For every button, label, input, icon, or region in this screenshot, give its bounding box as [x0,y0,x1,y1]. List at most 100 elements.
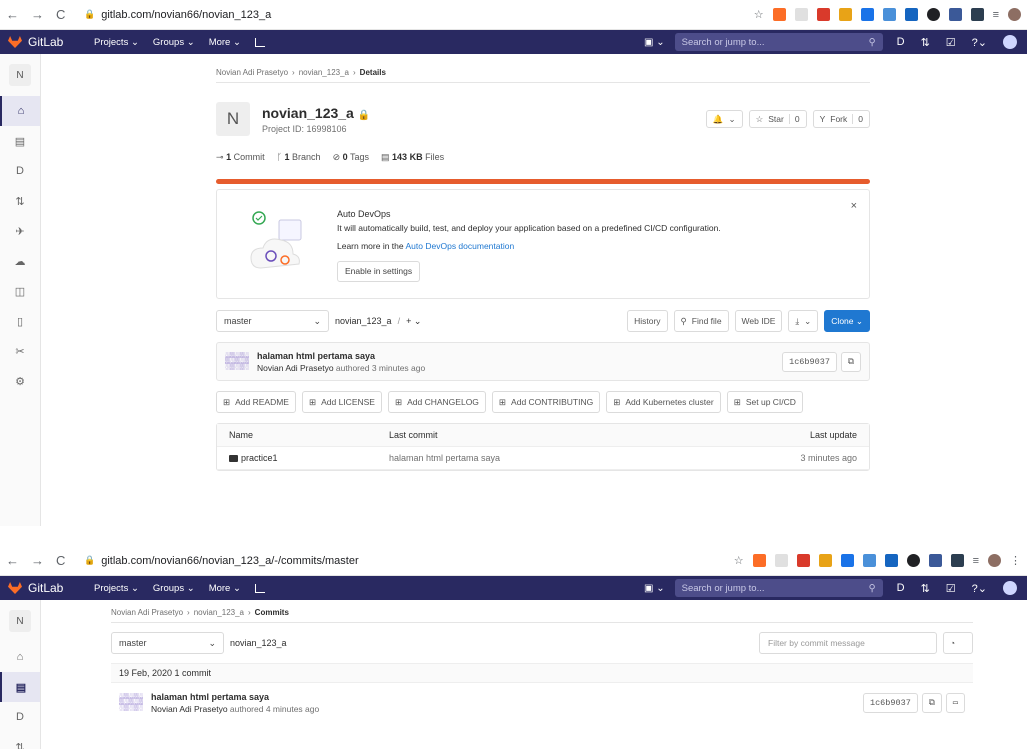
breadcrumb-project[interactable]: novian_123_a [299,68,349,77]
breadcrumb-current[interactable]: Commits [255,608,289,617]
menu-icon[interactable]: ⋮ [1010,554,1021,567]
copy-sha-button[interactable]: ⧉ [921,692,942,713]
forward-icon[interactable]: → [31,553,44,568]
todos-icon[interactable]: ☑ [946,36,956,49]
breadcrumb-owner[interactable]: Novian Adi Prasetyo [111,608,183,617]
setup-cicd-button[interactable]: ⊞ Set up CI/CD [726,391,803,413]
commit-sha-button[interactable]: 1c6b9037 [782,351,837,372]
sidebar-item-packages[interactable]: ◫ [0,276,40,306]
table-row[interactable]: practice1 halaman html pertama saya 3 mi… [217,447,869,470]
sidebar-item-operations[interactable]: ☁ [0,246,40,276]
add-file-dropdown[interactable]: + ⌄ [406,316,421,327]
extension-icon[interactable] [862,554,876,567]
merge-requests-icon[interactable]: ⇅ [921,582,930,595]
commit-author[interactable]: Novian Adi Prasetyo [257,363,334,373]
bookmark-star-icon[interactable]: ☆ [754,8,764,21]
more-menu[interactable]: More ⌄ [209,37,241,48]
forward-icon[interactable]: → [31,7,44,22]
close-icon[interactable]: × [851,200,857,212]
commit-message[interactable]: halaman html pertama saya [151,692,319,702]
add-changelog-button[interactable]: ⊞ Add CHANGELOG [387,391,486,413]
projects-menu[interactable]: Projects ⌄ [94,37,139,48]
reload-icon[interactable]: C [56,7,65,22]
clone-button[interactable]: Clone ⌄ [824,310,870,332]
extension-icon[interactable] [904,8,918,21]
bookmark-star-icon[interactable]: ☆ [734,554,744,567]
devops-docs-link[interactable]: Auto DevOps documentation [406,241,515,251]
todos-icon[interactable]: ☑ [946,582,956,595]
sidebar-item-merge-requests[interactable]: ⇅ [0,732,40,749]
extension-icon[interactable] [816,8,830,21]
branches-stat[interactable]: ᚴ 1 Branch [277,152,321,162]
address-bar[interactable]: 🔒 gitlab.com/novian66/novian_123_a/-/com… [84,555,734,567]
extension-icon[interactable] [774,554,788,567]
commit-filter-input[interactable]: Filter by commit message [759,632,937,654]
profile-avatar[interactable] [1008,8,1021,21]
extension-icon[interactable] [948,8,962,21]
sidebar-item-repository[interactable]: ▤ [0,672,40,702]
commit-author[interactable]: Novian Adi Prasetyo [151,704,228,714]
sidebar-project-avatar[interactable]: N [9,64,31,86]
enable-settings-button[interactable]: Enable in settings [337,261,421,282]
tags-stat[interactable]: ⊘ 0 Tags [333,152,369,163]
activity-chart-icon[interactable] [254,37,265,47]
add-readme-button[interactable]: ⊞ Add README [216,391,296,413]
extension-icon[interactable] [840,554,854,567]
files-stat[interactable]: ▤ 143 KB Files [381,152,444,163]
add-license-button[interactable]: ⊞ Add LICENSE [301,391,382,413]
commits-stat[interactable]: ⊸ 1 Commit [216,152,265,163]
new-item-icon[interactable]: ▣ ⌄ [644,583,665,594]
help-icon[interactable]: ?⌄ [972,582,987,595]
branch-select[interactable]: master ⌄ [216,310,329,332]
extension-icon[interactable] [970,8,984,21]
repo-path[interactable]: novian_123_a [335,316,392,326]
history-button[interactable]: History [627,310,668,332]
address-bar[interactable]: 🔒 gitlab.com/novian66/novian_123_a [84,9,754,21]
breadcrumb-project[interactable]: novian_123_a [194,608,244,617]
star-button[interactable]: ☆ Star 0 [748,110,807,128]
user-avatar[interactable] [1003,581,1017,595]
commit-message[interactable]: halaman html pertama saya [257,351,425,361]
sidebar-item-repository[interactable]: ▤ [0,126,40,156]
notification-button[interactable]: 🔔 ⌄ [705,110,743,128]
more-menu[interactable]: More ⌄ [209,583,241,594]
copy-sha-button[interactable]: ⧉ [840,351,861,372]
breadcrumb-owner[interactable]: Novian Adi Prasetyo [216,68,288,77]
sidebar-item-settings[interactable]: ⚙ [0,366,40,396]
rss-button[interactable]: ◔ [943,632,973,654]
sidebar-item-issues[interactable]: D [0,156,40,186]
reading-list-icon[interactable]: ≡ [993,9,999,21]
web-ide-button[interactable]: Web IDE [734,310,783,332]
reading-list-icon[interactable]: ≡ [973,555,979,567]
groups-menu[interactable]: Groups ⌄ [153,583,195,594]
extension-icon[interactable] [860,8,874,21]
merge-requests-icon[interactable]: ⇅ [921,36,930,49]
breadcrumb-current[interactable]: Details [360,68,386,77]
sidebar-project-avatar[interactable]: N [9,610,31,632]
gitlab-logo[interactable]: GitLab [8,35,94,49]
extension-icon[interactable] [796,554,810,567]
add-kubernetes-button[interactable]: ⊞ Add Kubernetes cluster [606,391,721,413]
new-item-icon[interactable]: ▣ ⌄ [644,37,665,48]
profile-avatar[interactable] [988,554,1001,567]
user-avatar[interactable] [1003,35,1017,49]
issues-icon[interactable]: D [897,582,905,594]
fork-button[interactable]: Y Fork 0 [812,110,870,128]
projects-menu[interactable]: Projects ⌄ [94,583,139,594]
sidebar-item-overview[interactable]: ⌂ [0,642,40,672]
help-icon[interactable]: ?⌄ [972,36,987,49]
gitlab-logo[interactable]: GitLab [8,581,94,595]
issues-icon[interactable]: D [897,36,905,48]
extension-icon[interactable] [926,8,940,21]
sidebar-item-wiki[interactable]: ▯ [0,306,40,336]
groups-menu[interactable]: Groups ⌄ [153,37,195,48]
file-name-cell[interactable]: practice1 [229,453,389,463]
extension-icon[interactable] [950,554,964,567]
extension-icon[interactable] [884,554,898,567]
activity-chart-icon[interactable] [254,583,265,593]
sidebar-item-merge-requests[interactable]: ⇅ [0,186,40,216]
gitlab-extension-icon[interactable] [752,554,766,567]
sidebar-item-snippets[interactable]: ✂ [0,336,40,366]
back-icon[interactable]: ← [6,7,19,22]
extension-icon[interactable] [906,554,920,567]
